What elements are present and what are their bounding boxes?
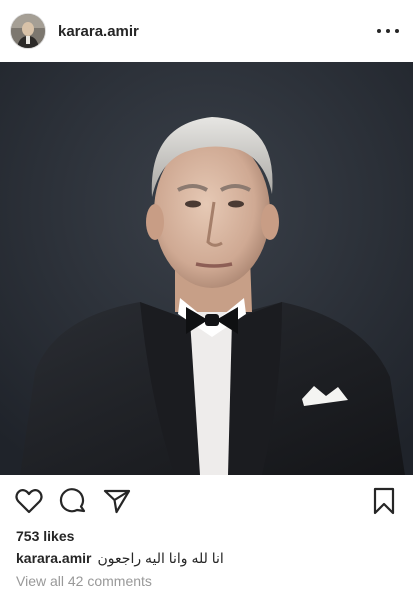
bookmark-icon[interactable] (369, 486, 399, 516)
avatar[interactable] (10, 13, 46, 49)
post-photo[interactable] (0, 62, 413, 475)
post-username[interactable]: karara.amir (58, 23, 377, 40)
caption-username[interactable]: karara.amir (16, 550, 92, 566)
more-options-icon[interactable] (377, 26, 399, 36)
post-actions-bar (0, 476, 413, 526)
caption-text: انا لله وانا اليه راجعون (97, 550, 224, 566)
share-icon[interactable] (102, 486, 132, 516)
heart-icon[interactable] (14, 486, 44, 516)
view-comments-link[interactable]: View all 42 comments (16, 573, 152, 589)
likes-count[interactable]: 753 likes (16, 528, 74, 544)
post-caption: karara.amir انا لله وانا اليه راجعون (16, 550, 224, 567)
comment-icon[interactable] (58, 486, 88, 516)
portrait-image (0, 62, 413, 475)
avatar-image (11, 14, 45, 48)
post-header: karara.amir (0, 0, 413, 62)
